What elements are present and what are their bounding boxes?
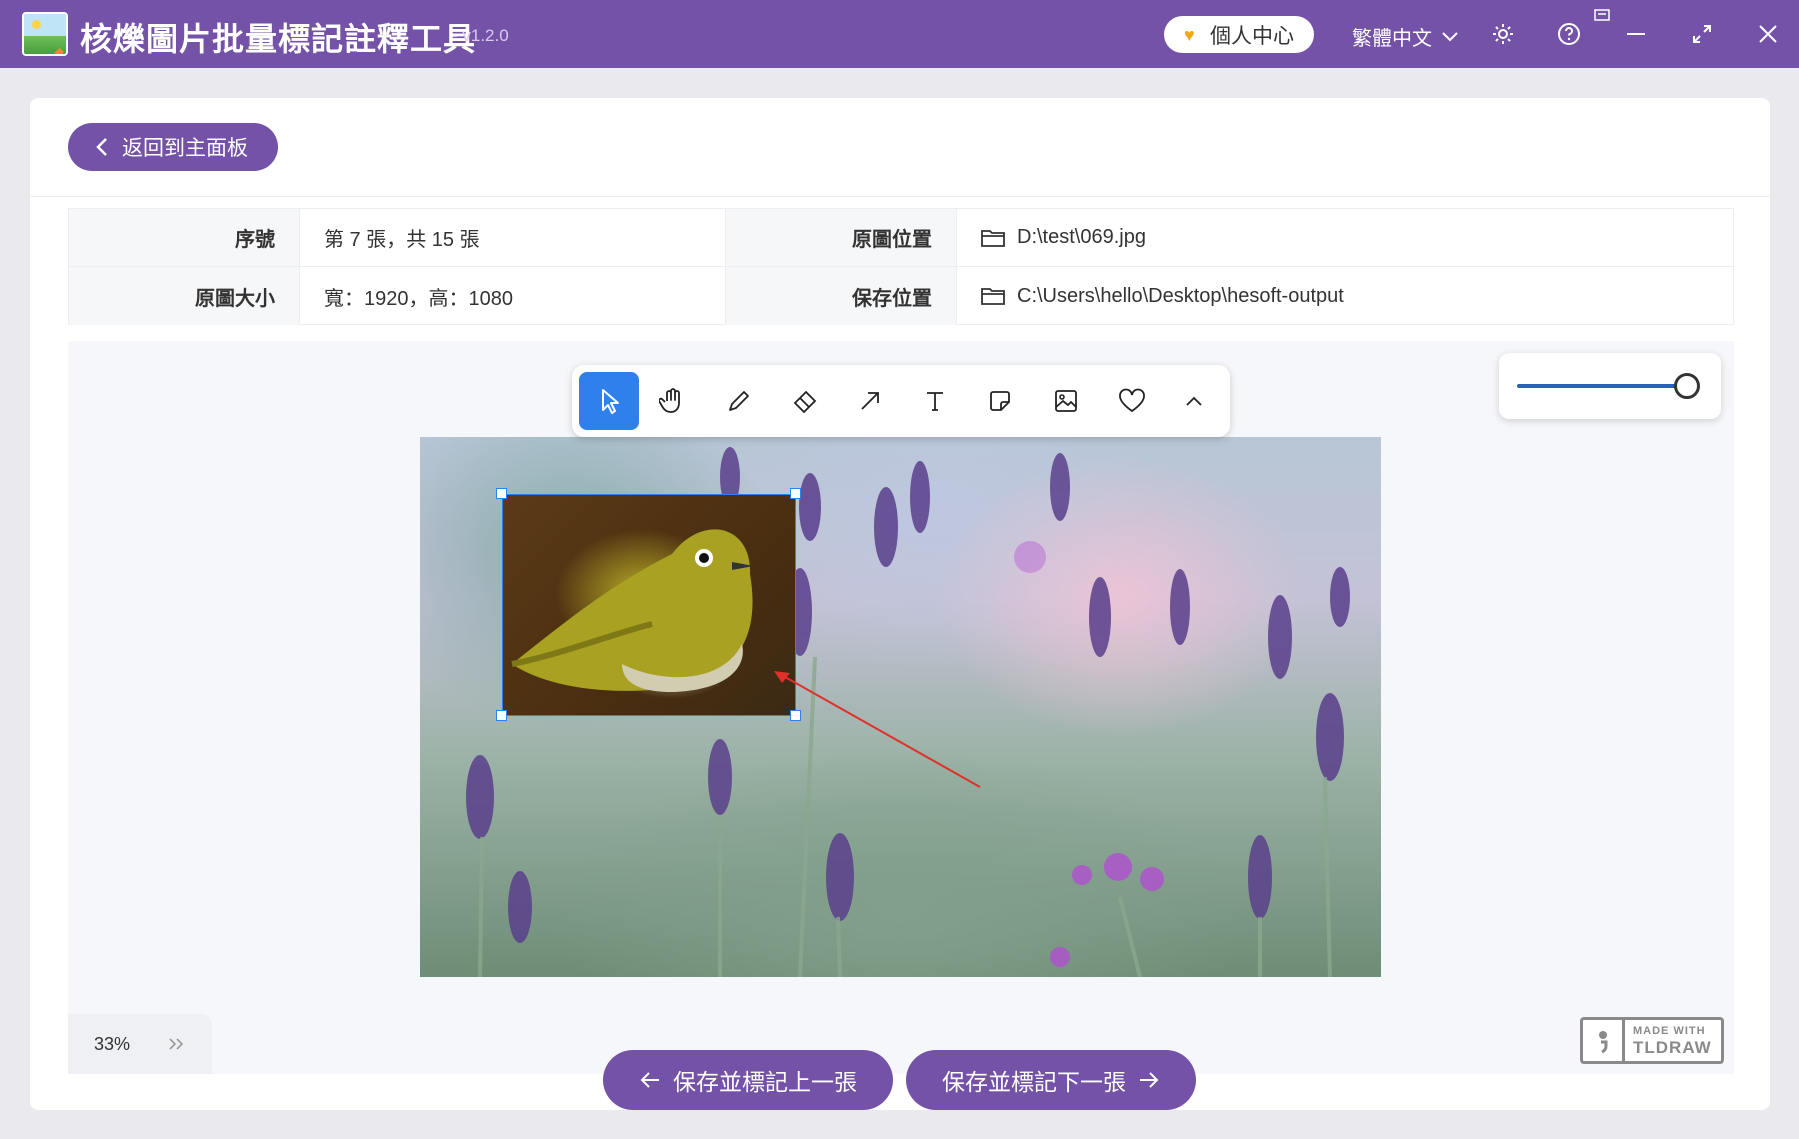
back-to-dashboard-button[interactable]: 返回到主面板 bbox=[68, 123, 278, 171]
badge-line-2: TLDRAW bbox=[1633, 1037, 1712, 1057]
chevron-down-icon bbox=[1442, 31, 1458, 41]
zoom-percent[interactable]: 33% bbox=[94, 1034, 130, 1055]
user-center-button[interactable]: ♥ 個人中心 bbox=[1164, 16, 1314, 53]
size-label: 原圖大小 bbox=[69, 267, 300, 325]
save-and-next-label: 保存並標記下一張 bbox=[942, 1069, 1126, 1095]
save-and-prev-label: 保存並標記上一張 bbox=[673, 1069, 857, 1095]
folder-icon bbox=[981, 229, 1005, 247]
drawing-toolbar bbox=[572, 365, 1230, 437]
user-center-label: 個人中心 bbox=[1210, 24, 1294, 48]
save-path-label: 保存位置 bbox=[726, 267, 957, 325]
hand-tool-icon[interactable] bbox=[643, 372, 703, 430]
made-with-tldraw-badge[interactable]: MADE WITH TLDRAW bbox=[1580, 1017, 1724, 1064]
maximize-icon[interactable] bbox=[1684, 16, 1720, 52]
save-and-next-button[interactable]: 保存並標記下一張 bbox=[906, 1050, 1196, 1110]
app-logo-icon bbox=[22, 12, 68, 56]
zoom-slider-panel bbox=[1499, 353, 1721, 419]
pencil-tool-icon[interactable] bbox=[709, 372, 769, 430]
select-tool-icon[interactable] bbox=[579, 372, 639, 430]
resize-handle[interactable] bbox=[496, 488, 507, 499]
app-version: - v1.2.0 bbox=[452, 26, 509, 45]
arrow-right-icon bbox=[1140, 1072, 1159, 1088]
image-info-table: 序號 第 7 張，共 15 張 原圖位置 D:\test\069.jpg 原圖大… bbox=[68, 208, 1735, 325]
folder-icon bbox=[981, 288, 1005, 305]
language-select[interactable]: 繁體中文 bbox=[1352, 22, 1458, 51]
source-path-label: 原圖位置 bbox=[726, 209, 957, 267]
back-button-label: 返回到主面板 bbox=[122, 137, 248, 160]
source-path-value[interactable]: D:\test\069.jpg bbox=[1017, 226, 1146, 249]
settings-icon[interactable] bbox=[1485, 16, 1521, 52]
note-tool-icon[interactable] bbox=[970, 372, 1030, 430]
help-icon[interactable] bbox=[1551, 16, 1587, 52]
diamond-icon: ♥ bbox=[1184, 24, 1195, 45]
source-path-cell: D:\test\069.jpg bbox=[957, 209, 1735, 267]
arrow-tool-icon[interactable] bbox=[840, 372, 900, 430]
title-bar: 核爍圖片批量標記註釋工具 - v1.2.0 ♥ 個人中心 繁體中文 bbox=[0, 0, 1799, 68]
zoom-status-bar: 33% bbox=[68, 1014, 212, 1074]
chevron-up-icon[interactable] bbox=[1164, 372, 1224, 430]
index-label: 序號 bbox=[69, 209, 300, 267]
heart-tool-icon[interactable] bbox=[1102, 372, 1162, 430]
save-and-prev-button[interactable]: 保存並標記上一張 bbox=[603, 1050, 893, 1110]
image-tool-icon[interactable] bbox=[1036, 372, 1096, 430]
size-value: 寬：1920，高：1080 bbox=[300, 267, 726, 325]
resize-handle[interactable] bbox=[496, 710, 507, 721]
divider bbox=[30, 196, 1770, 197]
index-value: 第 7 張，共 15 張 bbox=[300, 209, 726, 267]
zoom-slider-thumb[interactable] bbox=[1674, 373, 1700, 399]
save-path-cell: C:\Users\hello\Desktop\hesoft-output bbox=[957, 267, 1735, 325]
arrow-left-icon bbox=[640, 1072, 659, 1088]
annotation-arrow[interactable] bbox=[770, 665, 990, 795]
double-chevron-right-icon[interactable] bbox=[168, 1037, 186, 1051]
text-tool-icon[interactable] bbox=[905, 372, 965, 430]
eraser-tool-icon[interactable] bbox=[775, 372, 835, 430]
chevron-left-icon bbox=[96, 138, 107, 156]
zoom-slider-track[interactable] bbox=[1517, 384, 1687, 388]
save-path-value[interactable]: C:\Users\hello\Desktop\hesoft-output bbox=[1017, 285, 1344, 308]
feedback-icon[interactable] bbox=[1592, 6, 1612, 26]
app-title: 核爍圖片批量標記註釋工具 bbox=[80, 21, 477, 57]
selection-outline bbox=[502, 494, 796, 716]
minimize-icon[interactable] bbox=[1618, 16, 1654, 52]
tldraw-logo-icon bbox=[1583, 1020, 1625, 1061]
resize-handle[interactable] bbox=[790, 488, 801, 499]
badge-line-1: MADE WITH bbox=[1633, 1024, 1706, 1037]
language-label: 繁體中文 bbox=[1352, 28, 1432, 50]
close-icon[interactable] bbox=[1750, 16, 1786, 52]
